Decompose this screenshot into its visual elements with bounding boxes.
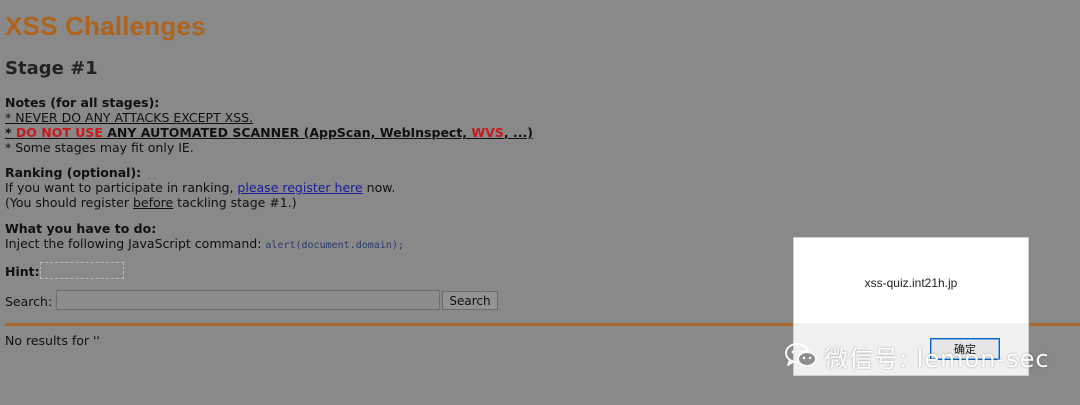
before-text: before [132, 195, 174, 210]
wechat-icon [785, 343, 817, 367]
watermark: 微信号: lemon-sec [784, 340, 1050, 373]
task-heading: What you have to do: [5, 221, 157, 236]
do-not-use-text: DO NOT USE [15, 125, 103, 140]
ranking-heading: Ranking (optional): [5, 165, 142, 180]
notes-line-2-mid: ANY AUTOMATED SCANNER (AppScan, WebInspe… [102, 125, 472, 140]
notes-line-2-end: , ...) [503, 125, 533, 140]
task-line: Inject the following JavaScript command:… [5, 236, 404, 253]
stage-heading: Stage #1 [5, 58, 98, 79]
task-code: alert(document.domain); [265, 240, 404, 251]
notes-line-3: * Some stages may fit only IE. [5, 140, 194, 155]
search-label: Search: [5, 294, 53, 309]
ranking-line-1-before: If you want to participate in ranking, [5, 180, 238, 195]
no-results-text: No results for '' [5, 333, 100, 348]
watermark-text: 微信号: lemon-sec [824, 344, 1050, 373]
notes-line-2: * DO NOT USE ANY AUTOMATED SCANNER (AppS… [5, 125, 533, 140]
ranking-line-1: If you want to participate in ranking, p… [5, 180, 395, 195]
alert-message: xss-quiz.int21h.jp [864, 276, 958, 290]
ranking-line-1-after: now. [362, 180, 396, 195]
task-section: What you have to do: Inject the followin… [5, 221, 404, 253]
register-link[interactable]: please register here [237, 180, 362, 195]
search-button[interactable]: Search [442, 291, 498, 310]
notes-heading: Notes (for all stages): [5, 95, 160, 110]
ranking-section: Ranking (optional): If you want to parti… [5, 165, 395, 210]
task-text: Inject the following JavaScript command: [5, 236, 266, 251]
wvs-text: WVS [471, 125, 504, 140]
notes-line-2-prefix: * [5, 125, 16, 140]
notes-line-1: * NEVER DO ANY ATTACKS EXCEPT XSS. [5, 110, 254, 125]
hint-box[interactable] [40, 262, 124, 279]
page-title: XSS Challenges [5, 11, 206, 41]
search-input[interactable] [56, 290, 440, 310]
hint-label: Hint: [5, 264, 40, 279]
ranking-line-2-before: (You should register [5, 195, 133, 210]
ranking-line-2: (You should register before tackling sta… [5, 195, 395, 210]
ranking-line-2-after: tackling stage #1.) [173, 195, 297, 210]
notes-section: Notes (for all stages): * NEVER DO ANY A… [5, 95, 533, 155]
